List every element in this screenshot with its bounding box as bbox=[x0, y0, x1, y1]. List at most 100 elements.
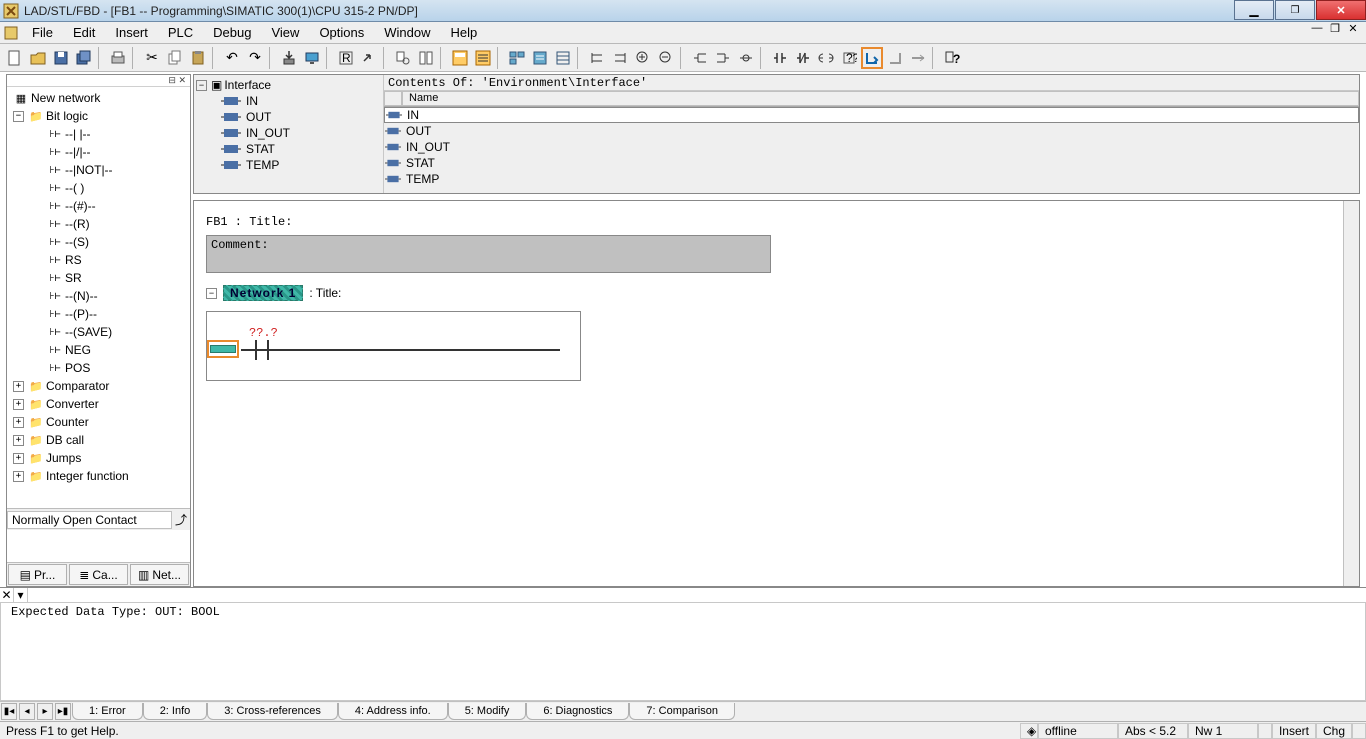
zoom-in-button[interactable] bbox=[632, 47, 654, 69]
expand-icon[interactable]: + bbox=[13, 399, 24, 410]
tree-bit-item[interactable]: ⊦⊢--(#)-- bbox=[7, 197, 190, 215]
tab-nav-last[interactable]: ▸▮ bbox=[55, 703, 71, 720]
tree-new-network[interactable]: New network bbox=[29, 91, 100, 105]
redo-button[interactable]: ↷ bbox=[244, 47, 266, 69]
tree-bit-item[interactable]: ⊦⊢--(R) bbox=[7, 215, 190, 233]
collapse-icon[interactable]: − bbox=[13, 111, 24, 122]
save-all-button[interactable] bbox=[73, 47, 95, 69]
left-tab-program[interactable]: ▤Pr... bbox=[8, 564, 67, 585]
interface-tree-item[interactable]: IN bbox=[196, 93, 381, 109]
block-title[interactable]: FB1 : Title: bbox=[206, 215, 1347, 229]
empty-box-button[interactable]: ?? bbox=[838, 47, 860, 69]
left-tab-call[interactable]: ≣Ca... bbox=[69, 564, 128, 585]
ladder-rung[interactable]: ??.? bbox=[206, 311, 581, 381]
tree-folder[interactable]: +📁Jumps bbox=[7, 449, 190, 467]
tab-diag[interactable]: 6: Diagnostics bbox=[526, 703, 629, 720]
output-pin-icon[interactable]: ▾ bbox=[14, 588, 28, 602]
tree-bit-item[interactable]: ⊦⊢--|NOT|-- bbox=[7, 161, 190, 179]
save-button[interactable] bbox=[50, 47, 72, 69]
maximize-button[interactable] bbox=[1275, 0, 1315, 20]
mdi-close-icon[interactable]: ✕ bbox=[1344, 22, 1362, 43]
menu-options[interactable]: Options bbox=[309, 22, 374, 43]
tree-bit-item[interactable]: ⊦⊢RS bbox=[7, 251, 190, 269]
network-collapse-icon[interactable]: − bbox=[206, 288, 217, 299]
output-close-icon[interactable]: ✕ bbox=[0, 588, 14, 602]
catalog-button[interactable] bbox=[552, 47, 574, 69]
reference-button[interactable]: R bbox=[335, 47, 357, 69]
left-tab-network[interactable]: ▥Net... bbox=[130, 564, 189, 585]
download-button[interactable] bbox=[278, 47, 300, 69]
menu-help[interactable]: Help bbox=[441, 22, 488, 43]
tree-folder[interactable]: +📁DB call bbox=[7, 431, 190, 449]
tree-bit-item[interactable]: ⊦⊢--(P)-- bbox=[7, 305, 190, 323]
expand-icon[interactable]: + bbox=[13, 471, 24, 482]
open-button[interactable] bbox=[27, 47, 49, 69]
overview-button[interactable] bbox=[506, 47, 528, 69]
display-lad-button[interactable] bbox=[449, 47, 471, 69]
coil-button[interactable] bbox=[815, 47, 837, 69]
cut-button[interactable]: ✂ bbox=[141, 47, 163, 69]
interface-tree-item[interactable]: TEMP bbox=[196, 157, 381, 173]
tab-nav-prev[interactable]: ◂ bbox=[19, 703, 35, 720]
goto-button[interactable] bbox=[358, 47, 380, 69]
tab-nav-next[interactable]: ▸ bbox=[37, 703, 53, 720]
connector-button[interactable] bbox=[735, 47, 757, 69]
block-compare-button[interactable] bbox=[415, 47, 437, 69]
tree-bit-item[interactable]: ⊦⊢SR bbox=[7, 269, 190, 287]
interface-tree[interactable]: −▣Interface INOUTIN_OUTSTATTEMP bbox=[194, 75, 384, 193]
mdi-restore-icon[interactable]: ❐ bbox=[1326, 22, 1344, 43]
interface-row[interactable]: OUT bbox=[384, 123, 1359, 139]
block-comment[interactable]: Comment: bbox=[206, 235, 771, 273]
display-stl-button[interactable] bbox=[472, 47, 494, 69]
system-menu-icon[interactable] bbox=[0, 22, 22, 43]
menu-edit[interactable]: Edit bbox=[63, 22, 105, 43]
new-button[interactable] bbox=[4, 47, 26, 69]
panel-close-icon[interactable]: ⊟ ✕ bbox=[7, 75, 190, 87]
interface-row[interactable]: STAT bbox=[384, 155, 1359, 171]
operand-placeholder[interactable]: ??.? bbox=[249, 326, 278, 340]
tab-modify[interactable]: 5: Modify bbox=[448, 703, 527, 720]
tree-bit-item[interactable]: ⊦⊢--(S) bbox=[7, 233, 190, 251]
element-tree[interactable]: ▦New network −📁Bit logic ⊦⊢--| |--⊦⊢--|/… bbox=[7, 87, 190, 508]
menu-file[interactable]: File bbox=[22, 22, 63, 43]
tab-address[interactable]: 4: Address info. bbox=[338, 703, 448, 720]
expand-icon[interactable]: + bbox=[13, 453, 24, 464]
mdi-minimize-icon[interactable]: — bbox=[1308, 22, 1326, 43]
interface-row[interactable]: IN bbox=[384, 107, 1359, 123]
tree-folder[interactable]: +📁Comparator bbox=[7, 377, 190, 395]
branch-open-button[interactable] bbox=[861, 47, 883, 69]
print-button[interactable] bbox=[107, 47, 129, 69]
menu-insert[interactable]: Insert bbox=[105, 22, 158, 43]
expand-icon[interactable]: + bbox=[13, 381, 24, 392]
tab-error[interactable]: 1: Error bbox=[72, 703, 143, 720]
close-branch-button[interactable] bbox=[712, 47, 734, 69]
nc-contact-button[interactable] bbox=[792, 47, 814, 69]
tree-folder[interactable]: +📁Converter bbox=[7, 395, 190, 413]
menu-window[interactable]: Window bbox=[374, 22, 440, 43]
tree-bit-item[interactable]: ⊦⊢--(N)-- bbox=[7, 287, 190, 305]
tree-bit-item[interactable]: ⊦⊢--|/|-- bbox=[7, 143, 190, 161]
expand-icon[interactable]: + bbox=[13, 417, 24, 428]
interface-tree-item[interactable]: IN_OUT bbox=[196, 125, 381, 141]
zoom-out-button[interactable] bbox=[655, 47, 677, 69]
detail-button[interactable] bbox=[529, 47, 551, 69]
tree-bit-item[interactable]: ⊦⊢--(SAVE) bbox=[7, 323, 190, 341]
open-branch-button[interactable] bbox=[689, 47, 711, 69]
network-editor[interactable]: FB1 : Title: Comment: − Network 1 : Titl… bbox=[193, 200, 1360, 587]
expand-icon[interactable]: + bbox=[13, 435, 24, 446]
interface-root[interactable]: Interface bbox=[222, 78, 271, 92]
interface-row[interactable]: TEMP bbox=[384, 171, 1359, 187]
tree-bit-item[interactable]: ⊦⊢POS bbox=[7, 359, 190, 377]
minimize-button[interactable] bbox=[1234, 0, 1274, 20]
block-search-button[interactable] bbox=[392, 47, 414, 69]
no-contact-button[interactable] bbox=[769, 47, 791, 69]
interface-row[interactable]: IN_OUT bbox=[384, 139, 1359, 155]
interface-tree-item[interactable]: STAT bbox=[196, 141, 381, 157]
tree-bit-item[interactable]: ⊦⊢--| |-- bbox=[7, 125, 190, 143]
tree-bit-logic[interactable]: Bit logic bbox=[44, 109, 88, 123]
vertical-scrollbar[interactable] bbox=[1343, 201, 1359, 586]
tab-xref[interactable]: 3: Cross-references bbox=[207, 703, 338, 720]
interface-table-body[interactable]: INOUTIN_OUTSTATTEMP bbox=[384, 107, 1359, 193]
tab-nav-first[interactable]: ▮◂ bbox=[1, 703, 17, 720]
context-help-button[interactable]: ? bbox=[941, 47, 963, 69]
